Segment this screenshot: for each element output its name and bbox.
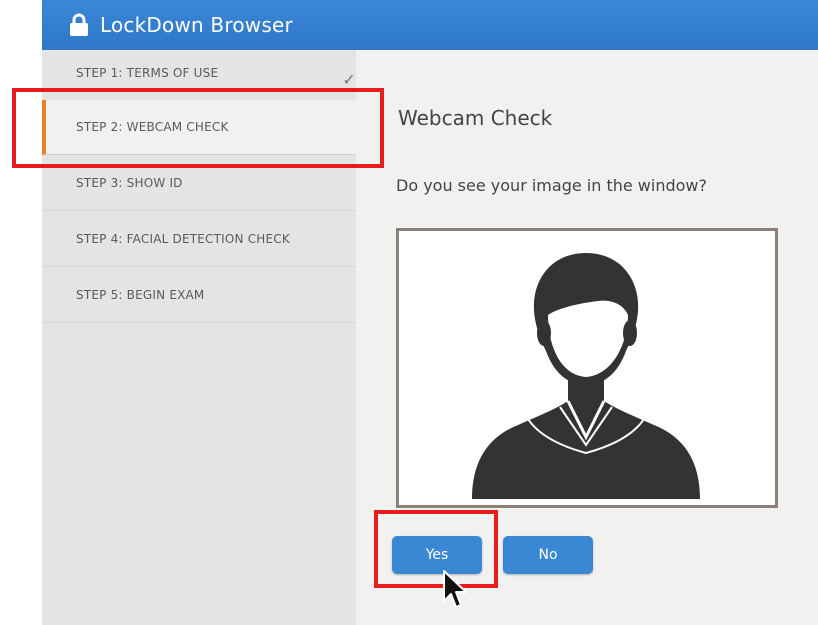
webcam-preview <box>396 228 778 508</box>
step-label: STEP 3: SHOW ID <box>76 175 183 190</box>
lock-icon <box>70 13 88 36</box>
step-facial-detection-check[interactable]: STEP 4: FACIAL DETECTION CHECK <box>42 211 356 267</box>
step-label: STEP 5: BEGIN EXAM <box>76 287 205 302</box>
step-label: STEP 4: FACIAL DETECTION CHECK <box>76 231 290 246</box>
annotation-box-webcam-step <box>12 88 384 168</box>
step-label: STEP 1: TERMS OF USE <box>76 66 219 80</box>
no-button[interactable]: No <box>503 536 593 574</box>
app-title: LockDown Browser <box>100 13 293 37</box>
title-bar: LockDown Browser <box>42 0 818 50</box>
page-title: Webcam Check <box>398 106 553 130</box>
person-silhouette-icon <box>472 253 700 499</box>
webcam-question: Do you see your image in the window? <box>396 176 707 195</box>
step-begin-exam[interactable]: STEP 5: BEGIN EXAM <box>42 267 356 323</box>
checkmark-icon: ✓ <box>342 70 356 89</box>
annotation-box-yes-button <box>374 510 498 588</box>
mouse-cursor-icon <box>443 570 467 608</box>
